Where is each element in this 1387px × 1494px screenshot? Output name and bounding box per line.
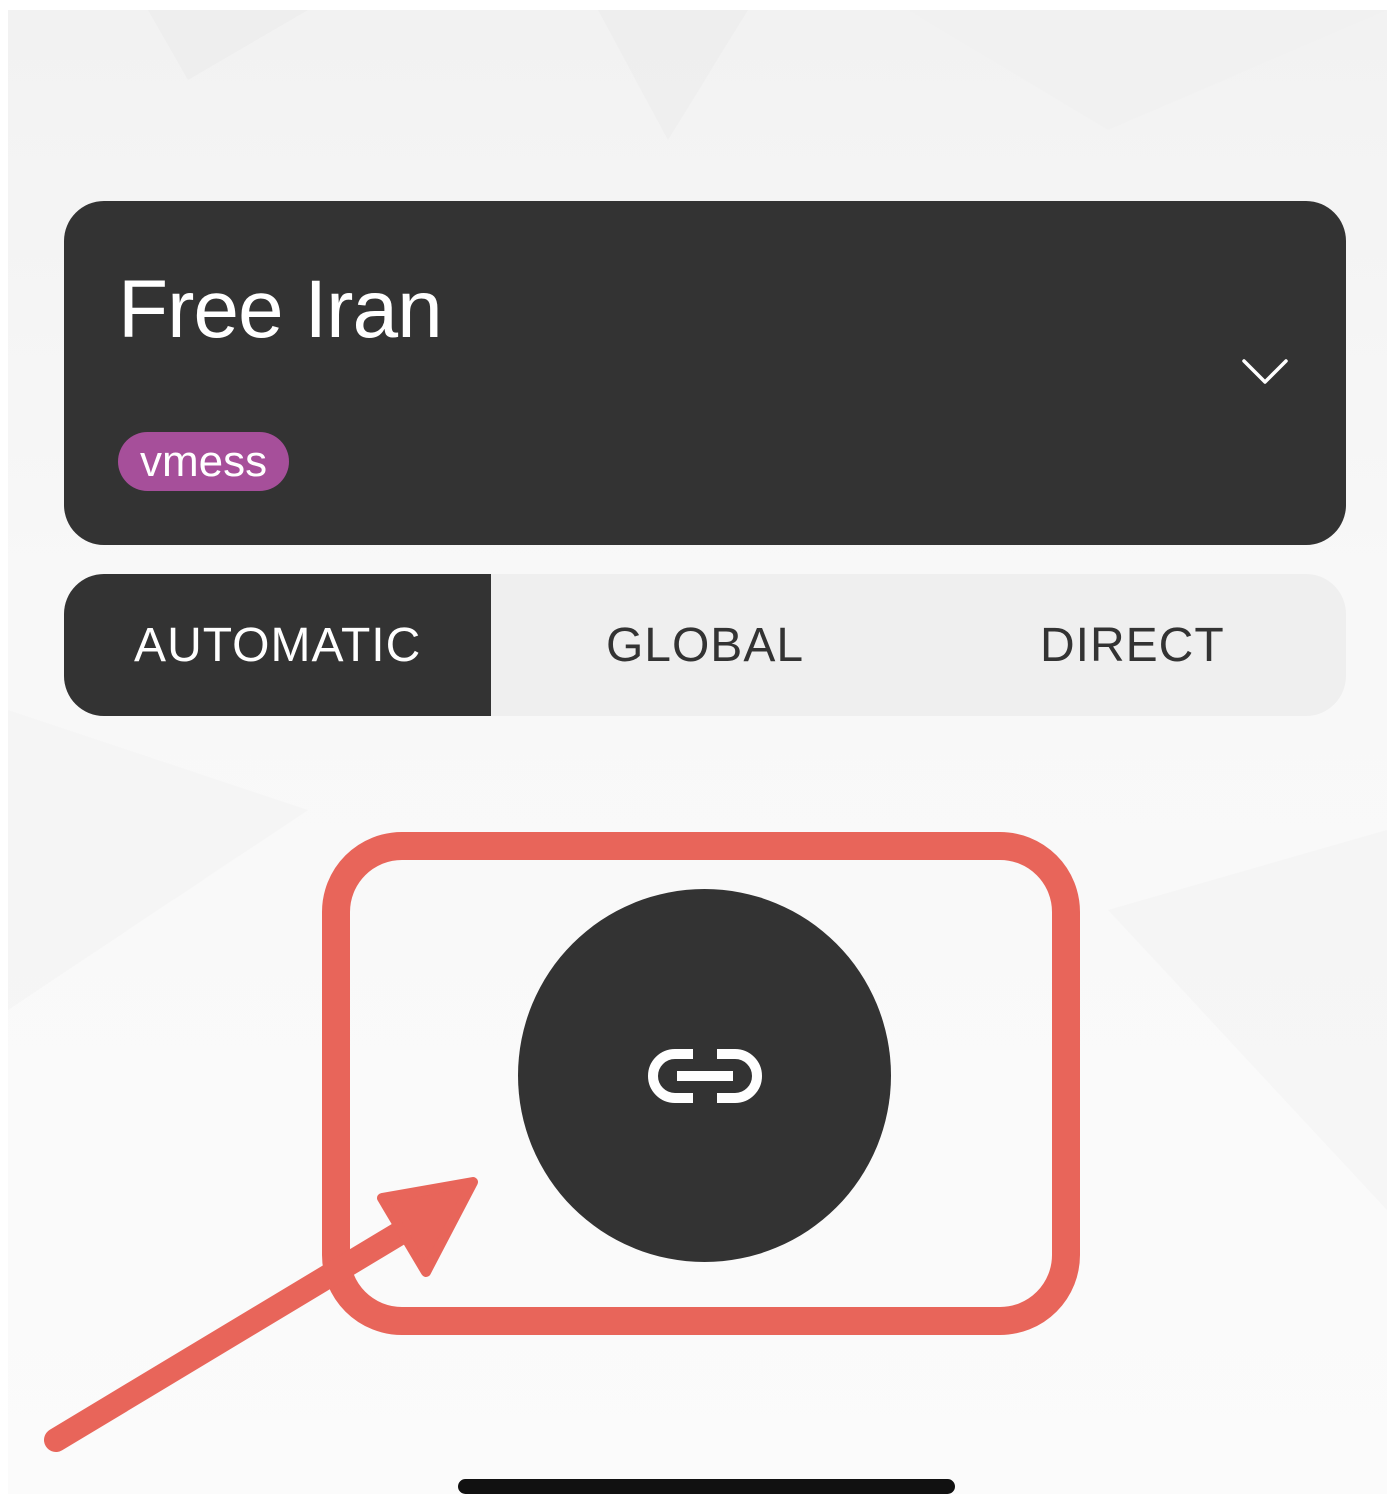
home-indicator	[458, 1479, 955, 1494]
mode-tab-global[interactable]: GLOBAL	[491, 574, 918, 716]
protocol-badge: vmess	[118, 432, 290, 491]
mode-tab-direct[interactable]: DIRECT	[919, 574, 1346, 716]
mode-tab-automatic[interactable]: AUTOMATIC	[64, 574, 492, 716]
annotation-highlight-box	[322, 832, 1080, 1335]
chevron-down-icon[interactable]	[1240, 357, 1290, 387]
routing-mode-selector: AUTOMATIC GLOBAL DIRECT	[64, 574, 1346, 716]
server-name: Free Iran	[118, 264, 443, 355]
app-screen: Free Iran vmess AUTOMATIC GLOBAL DIRECT	[8, 10, 1387, 1494]
server-selector-card[interactable]: Free Iran vmess	[64, 201, 1346, 545]
